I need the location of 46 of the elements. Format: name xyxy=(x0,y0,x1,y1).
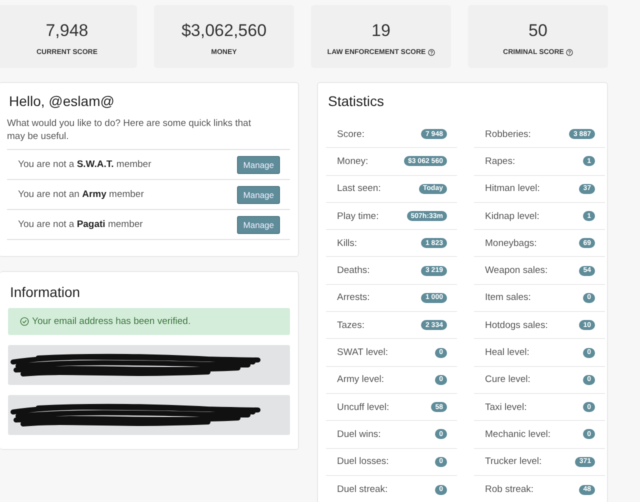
check-circle-icon xyxy=(20,317,29,326)
summary-value: 50 xyxy=(528,21,548,41)
summary-value: $3,062,560 xyxy=(181,21,267,41)
stat-label: Score: xyxy=(337,128,364,140)
manage-button[interactable]: Manage xyxy=(237,216,280,234)
summary-value: 19 xyxy=(372,21,390,41)
stat-label: Heal level: xyxy=(485,347,530,358)
stat-label: Kills: xyxy=(337,238,358,249)
stat-label: Duel streak: xyxy=(337,484,388,495)
stat-label: Last seen: xyxy=(337,183,381,194)
stat-label: Cure level: xyxy=(485,374,530,386)
stat-label: Deaths: xyxy=(337,265,370,276)
stat-label: Hotdogs sales: xyxy=(485,320,548,331)
stat-label: Trucker level: xyxy=(485,456,542,468)
membership-status: You are not an Army member xyxy=(18,189,144,200)
information-title: Information xyxy=(9,284,82,300)
stat-label: Taxi level: xyxy=(485,402,527,413)
membership-status: You are not a Pagati member xyxy=(18,219,143,230)
stat-label: Duel wins: xyxy=(337,428,381,440)
summary-value: 7,948 xyxy=(46,21,88,41)
stat-label: Army level: xyxy=(337,374,384,386)
stat-label: Hitman level: xyxy=(485,183,540,194)
intro-text: What would you like to do? Here are some quick links that may be useful. xyxy=(7,117,252,143)
statistics-title: Statistics xyxy=(327,93,386,109)
stat-label: Item sales: xyxy=(485,292,531,304)
stat-label: Mechanic level: xyxy=(485,428,550,440)
stat-label: Uncuff level: xyxy=(337,402,390,413)
stat-label: Robberies: xyxy=(485,128,531,140)
alert-text: Your email address has been verified. xyxy=(32,316,191,327)
stat-label: Arrests: xyxy=(337,292,370,304)
help-icon[interactable] xyxy=(566,49,573,56)
welcome-title: Hello, @eslam@ xyxy=(8,93,116,109)
manage-button[interactable]: Manage xyxy=(237,186,280,204)
stat-label: Money: xyxy=(337,156,368,167)
stat-label: Rob streak: xyxy=(485,484,534,495)
membership-status: You are not a S.W.A.T. member xyxy=(18,159,152,170)
help-icon[interactable] xyxy=(428,49,435,56)
stat-label: SWAT level: xyxy=(337,347,388,358)
stat-label: Tazes: xyxy=(337,320,364,331)
stat-label: Moneybags: xyxy=(485,238,537,249)
stat-label: Weapon sales: xyxy=(485,265,548,276)
stat-label: Duel losses: xyxy=(337,456,389,468)
stat-label: Rapes: xyxy=(485,156,516,167)
stat-label: Play time: xyxy=(337,210,379,222)
stat-label: Kidnap level: xyxy=(485,210,540,222)
manage-button[interactable]: Manage xyxy=(237,156,280,174)
